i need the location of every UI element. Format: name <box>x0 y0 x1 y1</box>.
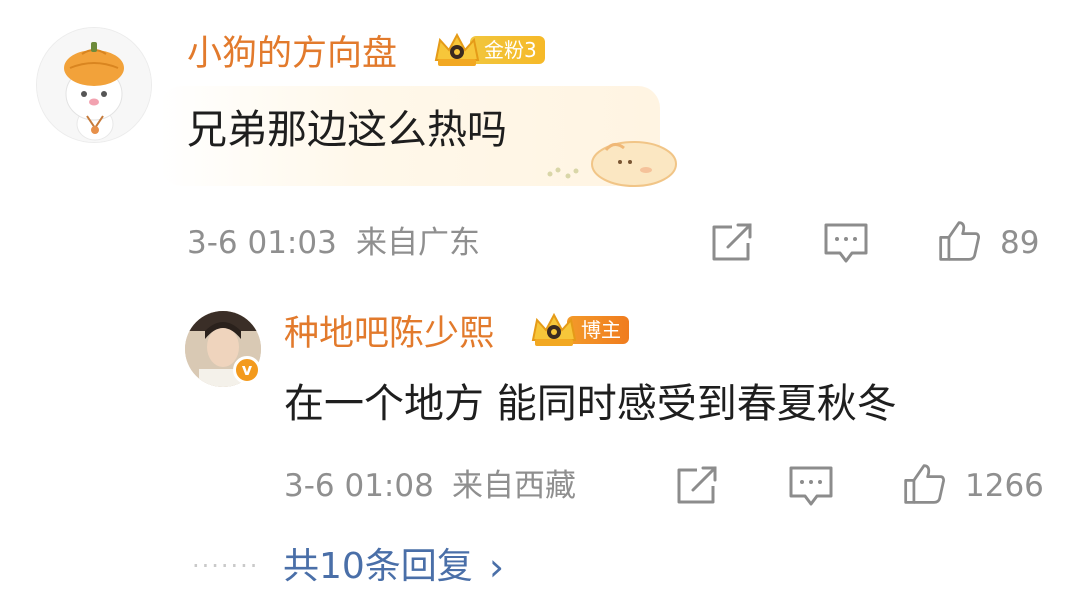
chevron-right-icon: › <box>488 545 505 589</box>
comment-icon[interactable] <box>787 464 835 508</box>
divider-dots: ······· <box>192 552 260 580</box>
username[interactable]: 小狗的方向盘 <box>187 32 397 76</box>
fan-level-badge[interactable]: 金粉3 <box>432 32 545 68</box>
share-icon[interactable] <box>708 221 756 265</box>
reply-like-count: 1266 <box>965 468 1044 504</box>
more-replies-link[interactable]: 共10条回复 › <box>283 544 504 590</box>
bun-sticker <box>547 141 677 187</box>
comment-location: 来自广东 <box>356 225 480 261</box>
avatar[interactable] <box>36 27 152 143</box>
comment-timestamp: 3-6 01:03 <box>187 225 337 261</box>
comment-text: 兄弟那边这么热吗 <box>187 107 507 153</box>
pumpkin-cat-avatar <box>37 28 151 142</box>
verified-v-icon: v <box>233 356 261 384</box>
reply-timestamp: 3-6 01:08 <box>284 468 434 504</box>
blogger-badge: 博主 <box>529 312 629 348</box>
reply-text: 在一个地方 能同时感受到春夏秋冬 <box>284 381 897 427</box>
crown-icon <box>531 312 577 346</box>
more-replies-label: 共10条回复 <box>283 546 473 587</box>
reply-location: 来自西藏 <box>452 468 576 504</box>
like-icon[interactable] <box>900 462 948 506</box>
like-icon[interactable] <box>935 219 983 263</box>
share-icon[interactable] <box>673 464 721 508</box>
reply-username[interactable]: 种地吧陈少熙 <box>284 312 494 356</box>
crown-icon <box>434 32 480 66</box>
like-count: 89 <box>1000 225 1040 261</box>
comment-icon[interactable] <box>822 221 870 265</box>
